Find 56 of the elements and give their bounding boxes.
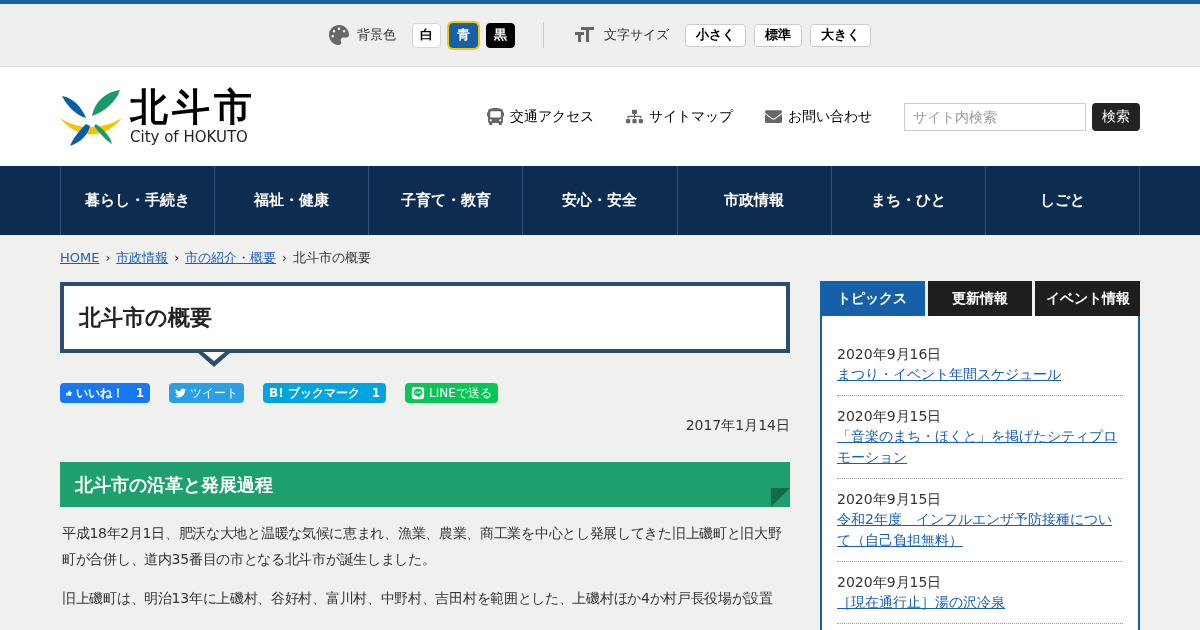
breadcrumb-link[interactable]: HOME <box>60 248 100 268</box>
breadcrumb-current: 北斗市の概要 <box>292 249 371 268</box>
date: 2017年1月14日 <box>685 416 790 435</box>
background-color-label: 背景色 <box>357 26 396 45</box>
sidebar-tab[interactable]: イベント情報 <box>1035 281 1140 316</box>
text-size-label: 文字サイズ <box>604 26 669 45</box>
topic-link[interactable]: まつり・イベント年間スケジュール <box>837 364 1123 385</box>
logo-title: 北斗市 <box>130 88 256 126</box>
body-paragraph: 平成18年2月1日、肥沃な大地と温暖な気候に恵まれ、漁業、農業、商工業を中心とし発展してきた旧上磯町と旧大野町が合併し、道内35番目の市となる北斗市が誕生しました。 <box>61 524 783 569</box>
breadcrumb-link[interactable]: 市政情報 <box>116 248 169 268</box>
bird-icon <box>175 387 186 399</box>
like-button[interactable]: いいね！ 1 <box>60 383 150 403</box>
search-field[interactable]: サイト内検索 <box>904 102 1086 131</box>
logo-subtitle: City of HOKUTO <box>130 130 249 145</box>
text-size-button[interactable]: 標準 <box>754 23 802 47</box>
thumbs-up-icon <box>66 387 72 399</box>
topic-date: 2020年9月15日 <box>837 407 943 426</box>
sidebar-tab[interactable]: 更新情報 <box>927 281 1033 316</box>
body-paragraph: 旧上磯町は、明治13年に上磯村、谷好村、富川村、中野村、吉田村を範囲とした、上磯村ほか4か村戸長役場が設置 <box>61 589 774 608</box>
corner-fold <box>771 488 790 507</box>
breadcrumb-link[interactable]: 市の紹介・概要 <box>185 248 277 268</box>
topic-link[interactable]: ［現在通行止］湯の沢冷泉 <box>837 592 1123 613</box>
sidebar-tab[interactable]: トピックス <box>820 281 925 316</box>
breadcrumb-separator: › <box>105 250 111 267</box>
page-title: 北斗市の概要 <box>79 304 212 332</box>
background-color-button[interactable]: 白 <box>412 22 441 48</box>
logo-icon <box>60 87 122 146</box>
sitemap-icon <box>626 108 643 125</box>
topic-link[interactable]: 令和2年度 インフルエンザ予防接種について（自己負担無料） <box>837 509 1123 551</box>
header-link[interactable]: 交通アクセス <box>487 106 594 127</box>
background-color-button[interactable]: 青 <box>449 22 478 48</box>
nav-item[interactable]: 暮らし・手続き <box>61 166 216 235</box>
nav-item[interactable]: しごと <box>985 166 1140 235</box>
nav-item[interactable]: 子育て・教育 <box>369 166 524 235</box>
nav-item[interactable]: 福祉・健康 <box>215 166 370 235</box>
hatena-icon: B! <box>269 387 284 399</box>
nav-item[interactable]: 市政情報 <box>677 166 832 235</box>
nav-item[interactable]: 安心・安全 <box>523 166 678 235</box>
mail-icon <box>765 108 782 125</box>
background-color-button[interactable]: 黒 <box>486 22 515 48</box>
bus-icon <box>487 108 504 125</box>
breadcrumb-separator: › <box>174 250 180 267</box>
nav-item[interactable]: まち・ひと <box>831 166 986 235</box>
header-link[interactable]: サイトマップ <box>626 106 733 127</box>
text-size-button[interactable]: 大きく <box>810 23 871 47</box>
palette-icon <box>329 25 349 45</box>
chat-bubble-icon <box>411 386 425 400</box>
topic-date: 2020年9月15日 <box>837 490 943 509</box>
topic-date: 2020年9月16日 <box>837 345 943 364</box>
topic-date: 2020年9月15日 <box>837 573 943 592</box>
header-link[interactable]: お問い合わせ <box>765 106 872 127</box>
section-heading: 北斗市の沿革と発展過程 <box>75 473 273 497</box>
breadcrumb-separator: › <box>282 250 287 267</box>
text-size-button[interactable]: 小さく <box>685 23 746 47</box>
topic-link[interactable]: 「音楽のまち・ほくと」を掲げたシティプロモーション <box>837 426 1123 468</box>
search-button[interactable]: 検索 <box>1092 102 1140 131</box>
